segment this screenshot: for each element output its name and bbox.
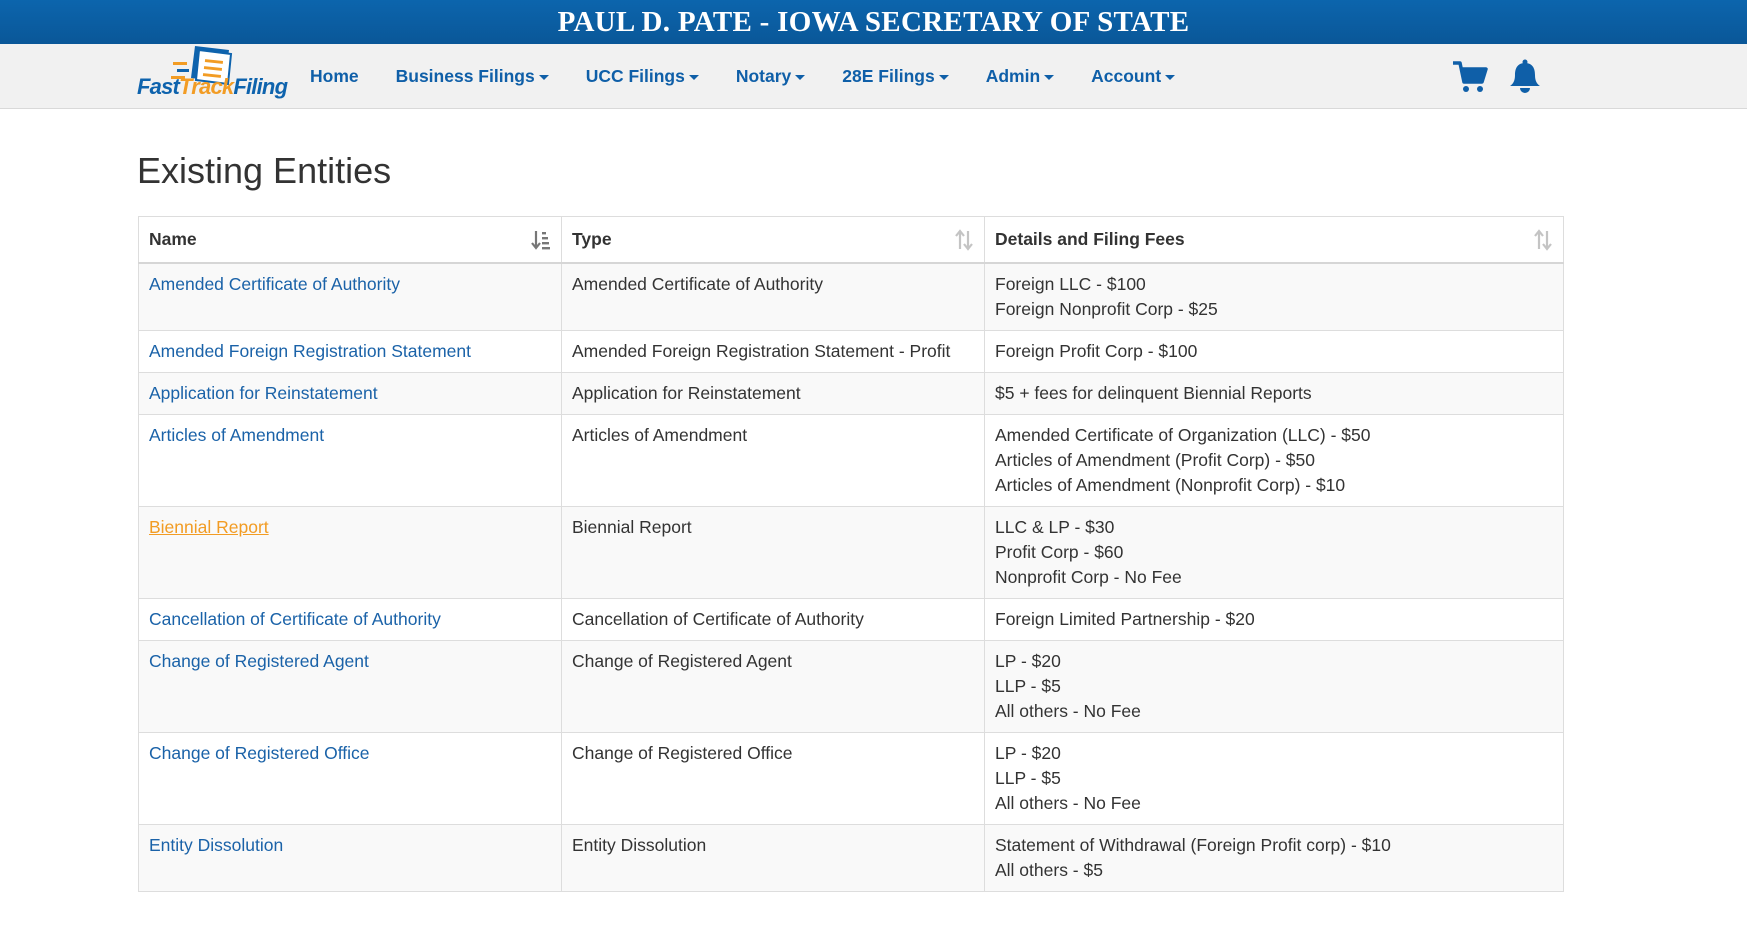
nav-admin[interactable]: Admin (986, 66, 1055, 87)
fee-line: LLP - $5 (995, 768, 1061, 788)
nav-notary[interactable]: Notary (736, 66, 806, 87)
cell-fees: $5 + fees for delinquent Biennial Report… (984, 372, 1564, 415)
cell-type: Change of Registered Agent (561, 640, 985, 733)
entities-table-container: Name Type Details and Filing Fees Amende… (138, 216, 1564, 892)
header-type[interactable]: Type (561, 216, 985, 264)
fee-line: Amended Certificate of Organization (LLC… (995, 425, 1371, 445)
cell-fees: Amended Certificate of Organization (LLC… (984, 414, 1564, 507)
entity-filing-link[interactable]: Articles of Amendment (149, 425, 324, 445)
caret-down-icon (1165, 74, 1176, 80)
cell-fees: Foreign Limited Partnership - $20 (984, 598, 1564, 641)
sort-icon[interactable] (1533, 229, 1553, 251)
state-banner: PAUL D. PATE - IOWA SECRETARY OF STATE (0, 0, 1747, 44)
table-row: Change of Registered Agent Change of Regi… (138, 640, 1564, 733)
entity-filing-link[interactable]: Amended Certificate of Authority (149, 274, 400, 294)
cell-fees: Foreign LLC - $100 Foreign Nonprofit Corp… (984, 262, 1564, 331)
cell-type: Cancellation of Certificate of Authority (561, 598, 985, 641)
cell-fees: Statement of Withdrawal (Foreign Profit … (984, 824, 1564, 892)
cell-fees: LP - $20 LLP - $5 All others - No Fee (984, 732, 1564, 825)
table-header-row: Name Type Details and Filing Fees (138, 216, 1564, 264)
table-row: Articles of Amendment Articles of Amendme… (138, 414, 1564, 507)
entities-table: Name Type Details and Filing Fees Amende… (138, 216, 1564, 892)
shopping-cart-icon[interactable] (1452, 60, 1488, 94)
caret-down-icon (1044, 74, 1055, 80)
fee-line: Articles of Amendment (Nonprofit Corp) -… (995, 475, 1346, 495)
nav-ucc-filings[interactable]: UCC Filings (586, 66, 699, 87)
cell-name: Entity Dissolution (138, 824, 562, 892)
fee-line: Foreign Nonprofit Corp - $25 (995, 299, 1218, 319)
fee-line: All others - No Fee (995, 793, 1141, 813)
entity-filing-link[interactable]: Change of Registered Office (149, 743, 370, 763)
cell-name: Change of Registered Office (138, 732, 562, 825)
cell-type: Biennial Report (561, 506, 985, 599)
nav-account[interactable]: Account (1091, 66, 1176, 87)
table-row: Application for Reinstatement Application… (138, 372, 1564, 415)
cell-name: Biennial Report (138, 506, 562, 599)
fee-line: Profit Corp - $60 (995, 542, 1124, 562)
cell-type: Articles of Amendment (561, 414, 985, 507)
cell-fees: LP - $20 LLP - $5 All others - No Fee (984, 640, 1564, 733)
fee-line: LLP - $5 (995, 676, 1061, 696)
fee-line: Foreign Profit Corp - $100 (995, 341, 1198, 361)
caret-down-icon (538, 74, 549, 80)
cell-name: Amended Foreign Registration Statement (138, 330, 562, 373)
nav-home[interactable]: Home (310, 66, 359, 87)
fee-line: Articles of Amendment (Profit Corp) - $5… (995, 450, 1315, 470)
banner-title: PAUL D. PATE - IOWA SECRETARY OF STATE (557, 5, 1190, 38)
entity-filing-link[interactable]: Entity Dissolution (149, 835, 283, 855)
fee-line: Statement of Withdrawal (Foreign Profit … (995, 835, 1391, 855)
entity-filing-link[interactable]: Biennial Report (149, 517, 269, 537)
caret-down-icon (688, 74, 699, 80)
fee-line: LP - $20 (995, 743, 1061, 763)
cell-name: Articles of Amendment (138, 414, 562, 507)
table-row: Amended Foreign Registration Statement Am… (138, 330, 1564, 373)
table-row: Amended Certificate of Authority Amended … (138, 262, 1564, 331)
cell-type: Application for Reinstatement (561, 372, 985, 415)
fast-track-filing-logo[interactable]: FastTrackFiling (137, 44, 297, 108)
fee-line: LP - $20 (995, 651, 1061, 671)
fee-line: Foreign Limited Partnership - $20 (995, 609, 1255, 629)
caret-down-icon (795, 74, 806, 80)
cell-name: Application for Reinstatement (138, 372, 562, 415)
sort-icon[interactable] (954, 229, 974, 251)
entity-filing-link[interactable]: Change of Registered Agent (149, 651, 369, 671)
entity-filing-link[interactable]: Application for Reinstatement (149, 383, 378, 403)
fee-line: $5 + fees for delinquent Biennial Report… (995, 383, 1312, 403)
entity-filing-link[interactable]: Cancellation of Certificate of Authority (149, 609, 441, 629)
sort-alpha-icon[interactable] (531, 229, 551, 251)
nav-menu: Home Business Filings UCC Filings Notary… (310, 44, 1212, 108)
cell-type: Entity Dissolution (561, 824, 985, 892)
cell-fees: Foreign Profit Corp - $100 (984, 330, 1564, 373)
page-title: Existing Entities (137, 150, 392, 191)
cell-fees: LLC & LP - $30 Profit Corp - $60 Nonprofit… (984, 506, 1564, 599)
logo-wordmark: FastTrackFiling (137, 74, 288, 99)
cell-type: Change of Registered Office (561, 732, 985, 825)
caret-down-icon (938, 74, 949, 80)
table-row: Change of Registered Office Change of Reg… (138, 732, 1564, 825)
header-details-fees[interactable]: Details and Filing Fees (984, 216, 1564, 264)
fee-line: Foreign LLC - $100 (995, 274, 1146, 294)
table-row: Entity Dissolution Entity Dissolution Stat… (138, 824, 1564, 892)
nav-28e-filings[interactable]: 28E Filings (842, 66, 949, 87)
notification-bell-icon[interactable] (1508, 58, 1542, 94)
fee-line: All others - No Fee (995, 701, 1141, 721)
cell-type: Amended Certificate of Authority (561, 262, 985, 331)
cell-name: Change of Registered Agent (138, 640, 562, 733)
header-name[interactable]: Name (138, 216, 562, 264)
nav-business-filings[interactable]: Business Filings (396, 66, 549, 87)
fee-line: LLC & LP - $30 (995, 517, 1115, 537)
fee-line: All others - $5 (995, 860, 1103, 880)
fee-line: Nonprofit Corp - No Fee (995, 567, 1182, 587)
table-row: Cancellation of Certificate of Authority… (138, 598, 1564, 641)
table-row: Biennial Report Biennial Report LLC & LP -… (138, 506, 1564, 599)
cell-name: Amended Certificate of Authority (138, 262, 562, 331)
cell-type: Amended Foreign Registration Statement -… (561, 330, 985, 373)
entity-filing-link[interactable]: Amended Foreign Registration Statement (149, 341, 471, 361)
main-navbar: FastTrackFiling Home Business Filings UC… (0, 44, 1747, 109)
cell-name: Cancellation of Certificate of Authority (138, 598, 562, 641)
